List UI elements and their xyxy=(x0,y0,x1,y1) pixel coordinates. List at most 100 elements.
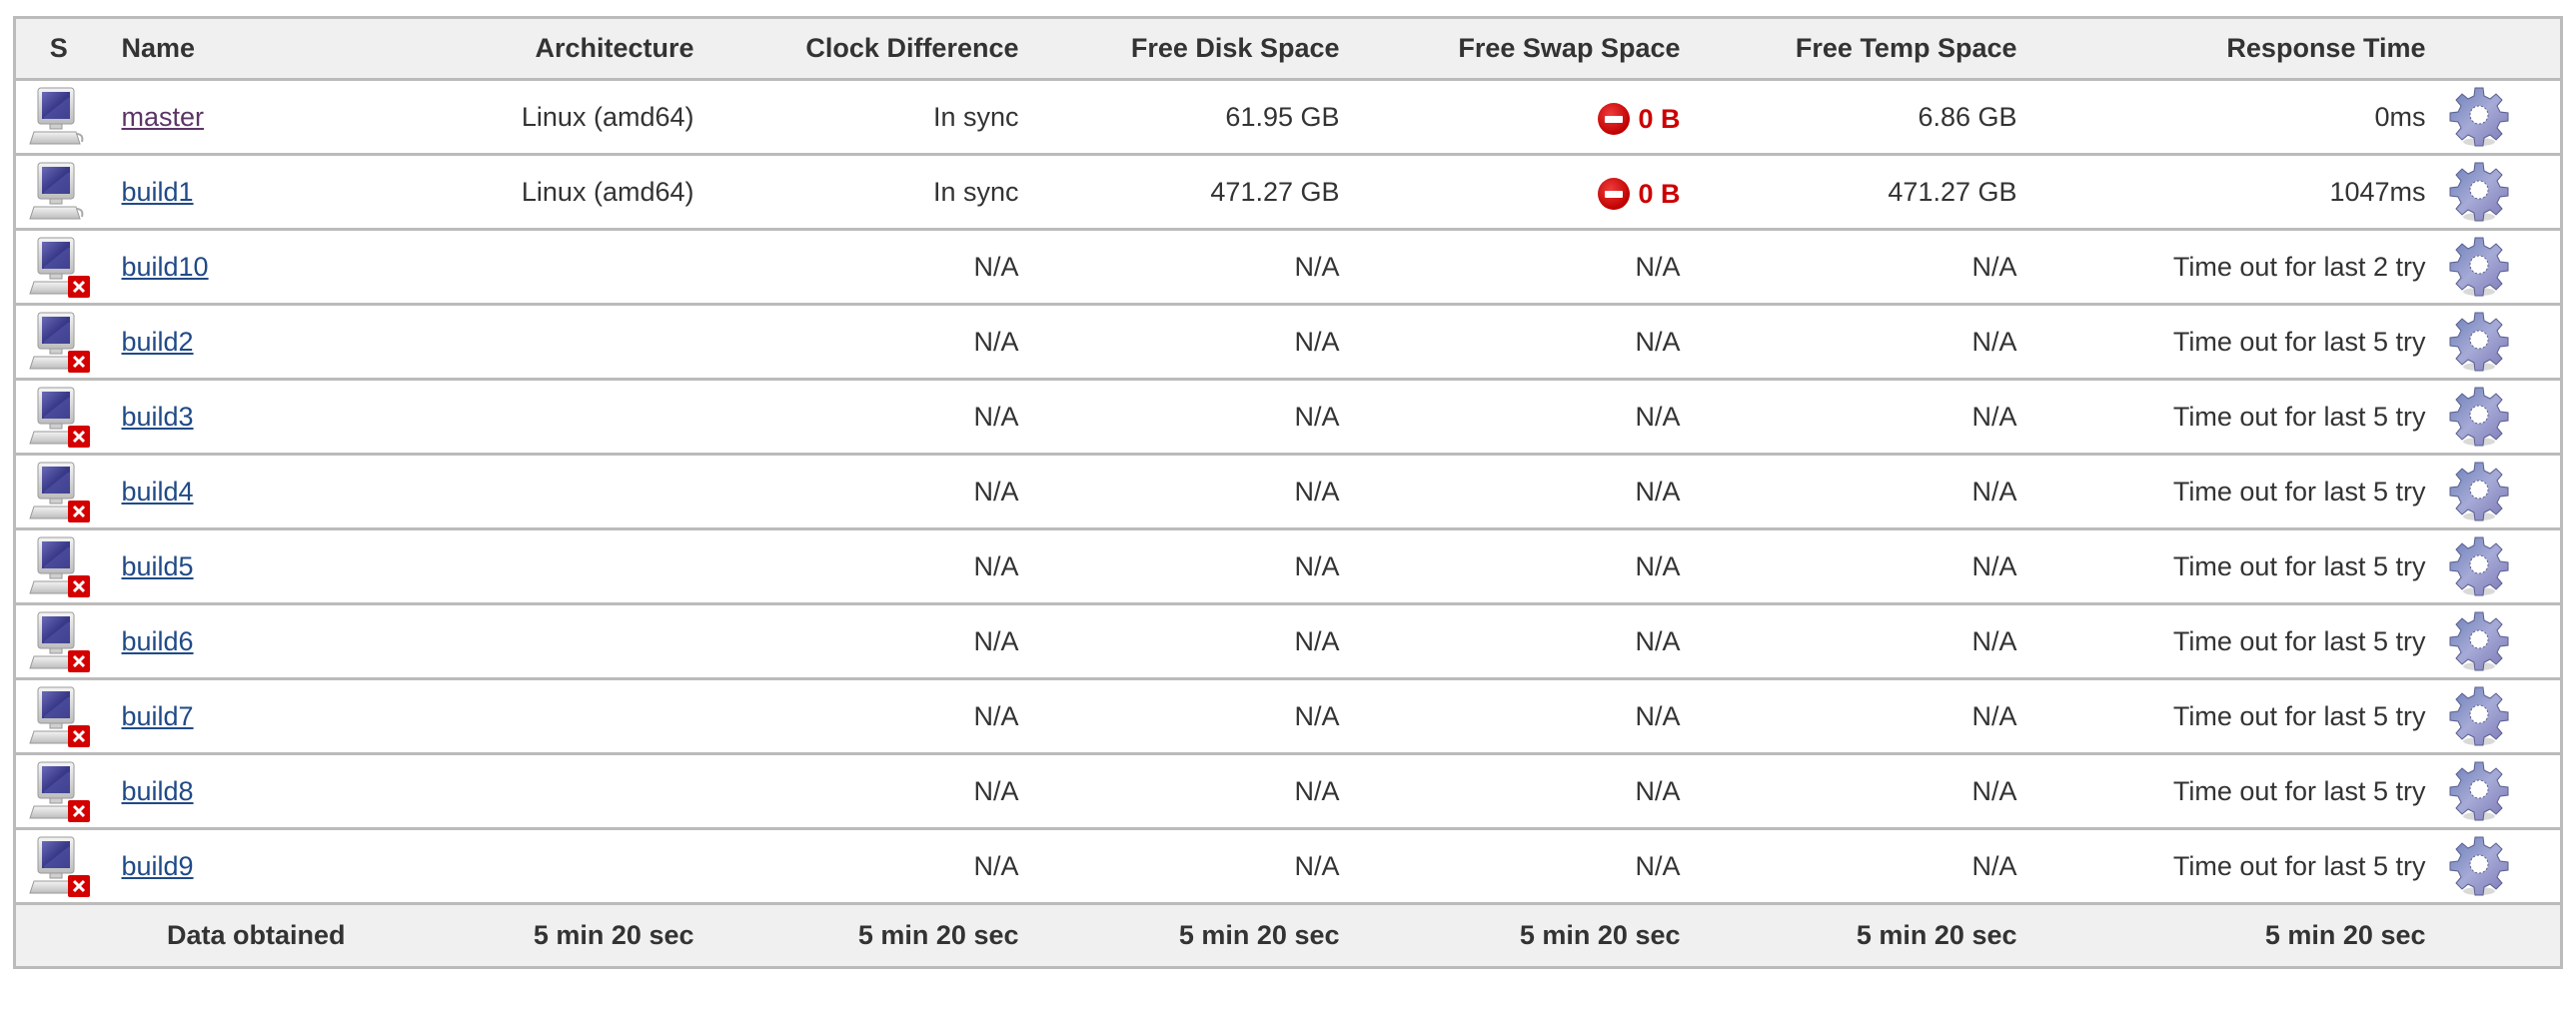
clock-difference-cell: N/A xyxy=(714,455,1039,529)
clock-difference-value: N/A xyxy=(973,326,1019,357)
gear-icon[interactable] xyxy=(2446,384,2512,450)
response-time-cell: Time out for last 2 try xyxy=(2037,230,2446,305)
node-link[interactable]: build9 xyxy=(122,851,194,881)
header-clock-difference[interactable]: Clock Difference xyxy=(713,17,1039,81)
clock-difference-value: N/A xyxy=(973,401,1019,432)
free-temp-space-cell: N/A xyxy=(1701,604,2037,679)
gear-icon[interactable] xyxy=(2446,459,2512,524)
response-time-value: 0ms xyxy=(2374,101,2426,132)
footer-response-time: 5 min 20 sec xyxy=(2264,920,2426,950)
header-free-temp-space[interactable]: Free Temp Space xyxy=(1700,17,2037,81)
footer-free-swap-space: 5 min 20 sec xyxy=(1519,920,1681,950)
offline-x-icon xyxy=(67,276,90,298)
free-disk-space-cell: N/A xyxy=(1039,679,1360,754)
computer-icon xyxy=(28,86,90,148)
free-temp-space-cell: N/A xyxy=(1701,829,2037,904)
header-architecture[interactable]: Architecture xyxy=(365,17,714,81)
header-free-swap-space[interactable]: Free Swap Space xyxy=(1359,17,1701,81)
node-link[interactable]: build2 xyxy=(122,327,194,357)
free-swap-space-cell: N/A xyxy=(1360,754,1701,829)
gear-icon[interactable] xyxy=(2446,833,2512,899)
free-temp-space-value: N/A xyxy=(1971,476,2017,507)
free-temp-space-value: N/A xyxy=(1971,700,2017,731)
footer-clock-difference: 5 min 20 sec xyxy=(857,920,1019,950)
free-swap-space-cell: N/A xyxy=(1360,305,1701,380)
gear-icon[interactable] xyxy=(2446,309,2512,375)
free-temp-space-cell: 6.86 GB xyxy=(1701,80,2037,155)
architecture-cell xyxy=(366,829,714,904)
footer-empty xyxy=(2446,904,2562,968)
response-time-cell: 1047ms xyxy=(2037,155,2446,230)
architecture-cell: Linux (amd64) xyxy=(366,155,714,230)
free-disk-space-value: N/A xyxy=(1294,850,1340,881)
header-status[interactable]: S xyxy=(14,17,102,81)
response-time-value: 1047ms xyxy=(2329,176,2426,207)
swap-warning: 0 B xyxy=(1598,103,1681,136)
response-time-value: Time out for last 5 try xyxy=(2172,775,2426,806)
architecture-cell xyxy=(366,380,714,455)
header-response-time[interactable]: Response Time xyxy=(2036,17,2446,81)
node-link[interactable]: build8 xyxy=(122,776,194,806)
node-link[interactable]: build10 xyxy=(122,252,209,282)
table-row-build6: build6 N/A N/A N/A N/A Time out for last… xyxy=(14,604,2562,679)
architecture-value: Linux (amd64) xyxy=(521,176,694,207)
free-temp-space-value: N/A xyxy=(1971,401,2017,432)
response-time-value: Time out for last 5 try xyxy=(2172,401,2426,432)
offline-x-icon xyxy=(67,351,90,373)
free-swap-space-value: N/A xyxy=(1635,700,1681,731)
node-link[interactable]: master xyxy=(122,102,205,132)
node-link[interactable]: build7 xyxy=(122,701,194,731)
gear-icon[interactable] xyxy=(2446,533,2512,599)
gear-icon[interactable] xyxy=(2446,608,2512,674)
table-row-build4: build4 N/A N/A N/A N/A Time out for last… xyxy=(14,455,2562,529)
clock-difference-cell: N/A xyxy=(714,380,1039,455)
free-swap-space-value: N/A xyxy=(1635,550,1681,581)
footer-architecture: 5 min 20 sec xyxy=(533,920,694,950)
response-time-value: Time out for last 5 try xyxy=(2172,700,2426,731)
free-disk-space-value: N/A xyxy=(1294,476,1340,507)
response-time-value: Time out for last 5 try xyxy=(2172,326,2426,357)
architecture-cell xyxy=(366,679,714,754)
node-link[interactable]: build3 xyxy=(122,402,194,432)
gear-icon[interactable] xyxy=(2446,683,2512,749)
gear-icon[interactable] xyxy=(2446,84,2512,150)
clock-difference-cell: N/A xyxy=(714,679,1039,754)
offline-x-icon xyxy=(67,575,90,597)
response-time-cell: Time out for last 5 try xyxy=(2037,679,2446,754)
free-disk-space-cell: N/A xyxy=(1039,829,1360,904)
node-link[interactable]: build5 xyxy=(122,551,194,581)
gear-icon[interactable] xyxy=(2446,758,2512,824)
free-disk-space-cell: N/A xyxy=(1039,380,1360,455)
free-temp-space-value: N/A xyxy=(1971,251,2017,282)
free-temp-space-cell: N/A xyxy=(1701,455,2037,529)
free-disk-space-cell: N/A xyxy=(1039,230,1360,305)
gear-icon[interactable] xyxy=(2446,159,2512,225)
free-temp-space-cell: N/A xyxy=(1701,754,2037,829)
header-free-disk-space[interactable]: Free Disk Space xyxy=(1038,17,1360,81)
node-link[interactable]: build1 xyxy=(122,177,194,207)
clock-difference-value: N/A xyxy=(973,700,1019,731)
response-time-cell: Time out for last 5 try xyxy=(2037,455,2446,529)
table-header-row: S Name Architecture Clock Difference Fre… xyxy=(14,17,2562,81)
clock-difference-value: N/A xyxy=(973,775,1019,806)
free-disk-space-value: N/A xyxy=(1294,251,1340,282)
node-link[interactable]: build6 xyxy=(122,626,194,656)
table-footer-row: Data obtained 5 min 20 sec 5 min 20 sec … xyxy=(14,903,2562,968)
computer-icon xyxy=(28,161,90,223)
response-time-value: Time out for last 5 try xyxy=(2172,550,2426,581)
clock-difference-cell: N/A xyxy=(714,529,1039,604)
architecture-cell xyxy=(366,455,714,529)
architecture-cell: Linux (amd64) xyxy=(366,80,714,155)
free-swap-space-cell: 0 B xyxy=(1360,155,1701,230)
header-name[interactable]: Name xyxy=(101,17,366,81)
free-temp-space-value: 6.86 GB xyxy=(1918,101,2017,132)
footer-free-temp-space: 5 min 20 sec xyxy=(1856,920,2017,950)
gear-icon[interactable] xyxy=(2446,234,2512,300)
architecture-cell xyxy=(366,305,714,380)
table-row-master: master Linux (amd64) In sync 61.95 GB 0 … xyxy=(14,80,2562,155)
swap-warning: 0 B xyxy=(1598,178,1681,211)
footer-label: Data obtained xyxy=(166,920,346,950)
clock-difference-cell: N/A xyxy=(714,604,1039,679)
node-link[interactable]: build4 xyxy=(122,477,194,507)
free-temp-space-cell: N/A xyxy=(1701,305,2037,380)
